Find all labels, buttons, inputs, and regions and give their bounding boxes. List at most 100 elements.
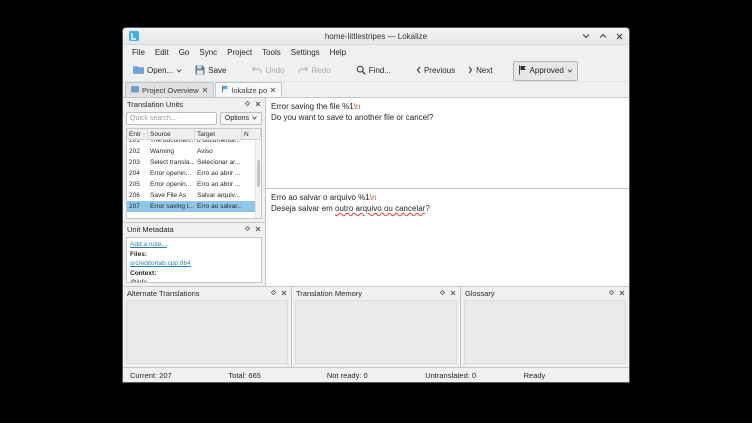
save-label: Save — [208, 66, 227, 75]
bottom-docks: Alternate Translations Translation Memor… — [123, 286, 629, 367]
dock-content — [464, 300, 626, 364]
source-line-1: Error saving the file %1\n — [271, 102, 361, 111]
table-header: Entr Source Target N — [127, 129, 261, 140]
approved-label: Approved — [529, 66, 564, 75]
options-button[interactable]: Options — [219, 112, 262, 125]
cell-source: Error saving t... — [150, 203, 195, 210]
close-icon[interactable] — [281, 289, 287, 298]
unit-metadata-content: Add a note... Files: src/editortab.cpp:8… — [126, 237, 262, 283]
cell-target: Erro ao abrir ... — [197, 181, 241, 188]
previous-label: Previous — [423, 66, 456, 75]
cell-entry: 207 — [129, 203, 140, 210]
table-row[interactable]: 204 Error openin... Erro ao abrir ... — [127, 168, 261, 179]
dock-content — [295, 300, 457, 364]
table-scrollbar[interactable] — [255, 140, 261, 218]
tab-close-icon[interactable] — [202, 86, 208, 95]
tab-project-overview[interactable]: Project Overview — [125, 82, 214, 97]
alternate-translations-dock: Alternate Translations — [123, 287, 292, 367]
redo-label: Redo — [311, 66, 331, 75]
sort-asc-icon — [142, 133, 145, 135]
menu-edit[interactable]: Edit — [150, 48, 174, 57]
cell-target: Salvar arquiv... — [197, 192, 240, 199]
close-icon[interactable] — [619, 289, 625, 298]
close-icon[interactable] — [255, 225, 261, 234]
float-icon[interactable] — [439, 289, 446, 298]
menu-settings[interactable]: Settings — [286, 48, 325, 57]
float-icon[interactable] — [244, 100, 251, 109]
context-label: Context: — [130, 269, 157, 277]
dock-title: Translation Memory — [296, 289, 362, 298]
quick-search-input[interactable] — [126, 112, 217, 125]
redo-button[interactable]: Redo — [293, 62, 336, 80]
window-title: home-littlestripes — Lokalize — [324, 31, 428, 41]
cell-source: Error openin... — [150, 170, 192, 177]
previous-button[interactable]: Previous — [411, 62, 460, 80]
menu-sync[interactable]: Sync — [194, 48, 222, 57]
main-area: Translation Units Options — [123, 98, 629, 286]
column-notes[interactable]: N — [242, 129, 261, 139]
column-source[interactable]: Source — [148, 129, 195, 139]
float-icon[interactable] — [270, 289, 277, 298]
close-icon[interactable] — [450, 289, 456, 298]
column-entry[interactable]: Entr — [127, 129, 148, 139]
add-note-link[interactable]: Add a note... — [130, 241, 167, 248]
editor-area: Error saving the file %1\n Do you want t… — [266, 98, 629, 286]
cell-target: Selecionar ar... — [197, 159, 241, 166]
tab-lokalize-po[interactable]: lokalize.po — [214, 82, 283, 97]
status-untranslated: Untranslated: 0 — [425, 370, 477, 380]
statusbar: Current: 207 Total: 665 Not ready: 0 Unt… — [123, 367, 629, 382]
translation-memory-dock: Translation Memory — [292, 287, 461, 367]
dock-header: Glossary — [461, 287, 629, 300]
context-value: @info — [130, 279, 148, 283]
translation-units-table: Entr Source Target N 201 The documen... … — [126, 128, 262, 219]
table-row[interactable]: 202 Warning Aviso — [127, 146, 261, 157]
escape-sequence: \n — [353, 102, 361, 111]
table-row[interactable]: 205 Error openin... Erro ao abrir ... — [127, 179, 261, 190]
titlebar[interactable]: home-littlestripes — Lokalize — [123, 28, 629, 45]
cell-entry: 202 — [129, 148, 140, 155]
float-icon[interactable] — [608, 289, 615, 298]
table-row-selected[interactable]: 207 Error saving t... Erro ao salvar... — [127, 201, 261, 212]
source-text-area: Error saving the file %1\n Do you want t… — [266, 98, 629, 189]
dock-content — [126, 300, 288, 364]
search-icon — [356, 65, 366, 77]
tab-close-icon[interactable] — [270, 86, 276, 95]
cell-target: Aviso — [197, 148, 213, 155]
find-label: Find... — [368, 66, 391, 75]
close-icon[interactable] — [255, 100, 261, 109]
options-label: Options — [224, 115, 249, 122]
menu-project[interactable]: Project — [222, 48, 257, 57]
next-label: Next — [476, 66, 493, 75]
open-button[interactable]: Open... — [128, 61, 187, 80]
find-button[interactable]: Find... — [351, 61, 396, 81]
approved-button[interactable]: Approved — [512, 60, 578, 81]
menu-help[interactable]: Help — [325, 48, 351, 57]
status-current: Current: 207 — [130, 370, 172, 380]
menu-go[interactable]: Go — [174, 48, 195, 57]
file-link[interactable]: src/editortab.cpp:864 — [130, 260, 191, 267]
minimize-icon[interactable] — [582, 33, 590, 39]
scrollbar-thumb[interactable] — [257, 160, 260, 187]
escape-sequence: \n — [369, 193, 377, 202]
cell-entry: 203 — [129, 159, 140, 166]
toolbar: Open... Save Undo Redo Find... Previous … — [123, 60, 629, 82]
table-row[interactable]: 206 Save File As Salvar arquiv... — [127, 190, 261, 201]
unit-metadata-header: Unit Metadata — [123, 223, 265, 236]
redo-icon — [298, 66, 309, 76]
menu-file[interactable]: File — [127, 48, 150, 57]
cell-target: Erro ao salvar... — [197, 203, 242, 210]
save-button[interactable]: Save — [190, 61, 231, 81]
maximize-icon[interactable] — [599, 33, 607, 39]
column-target[interactable]: Target — [195, 129, 242, 139]
table-row[interactable]: 203 Select transla... Selecionar ar... — [127, 157, 261, 168]
close-icon[interactable] — [616, 33, 623, 40]
folder-open-icon — [133, 65, 144, 76]
menu-tools[interactable]: Tools — [257, 48, 286, 57]
float-icon[interactable] — [244, 225, 251, 234]
target-text-area[interactable]: Erro ao salvar o arquivo %1\n Deseja sal… — [266, 189, 629, 286]
translation-units-header: Translation Units — [123, 98, 265, 111]
undo-label: Undo — [265, 66, 285, 75]
next-button[interactable]: Next — [463, 62, 497, 80]
undo-button[interactable]: Undo — [246, 62, 289, 80]
status-not-ready: Not ready: 0 — [326, 370, 368, 380]
